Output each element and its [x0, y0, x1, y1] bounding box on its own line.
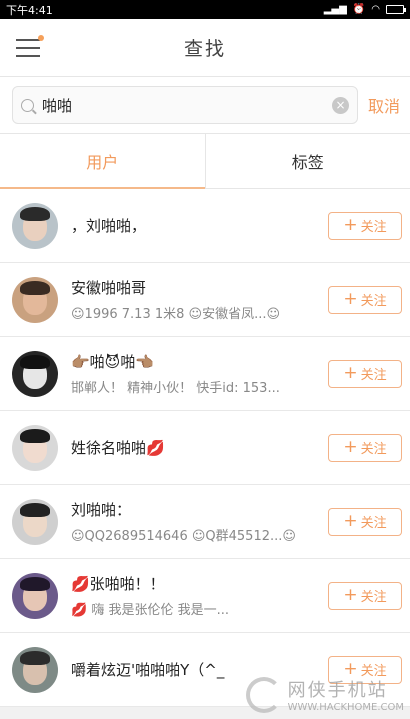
user-row[interactable]: 姓徐名啪啪💋 + 关注: [0, 411, 410, 485]
battery-icon: [386, 5, 406, 14]
avatar-hair: [20, 502, 50, 517]
page-title: 查找: [183, 38, 226, 60]
avatar-hair: [20, 354, 50, 369]
avatar[interactable]: [12, 498, 58, 545]
user-name: 刘啪啪：: [71, 501, 132, 519]
plus-icon: +: [343, 585, 358, 605]
avatar[interactable]: [12, 202, 58, 249]
user-name: 姓徐名啪啪💋: [71, 439, 165, 457]
avatar-hair: [20, 428, 50, 443]
avatar[interactable]: [12, 572, 58, 619]
avatar-hair: [20, 650, 50, 665]
avatar-hair: [20, 280, 50, 295]
follow-label: 关注: [360, 294, 387, 309]
plus-icon: +: [343, 289, 358, 309]
user-name: ，刘啪啪，: [71, 217, 147, 235]
plus-icon: +: [343, 215, 358, 235]
menu-line-icon: [16, 47, 40, 49]
header: 查找: [0, 19, 410, 77]
user-row[interactable]: 刘啪啪： ☺QQ2689514646 ☺Q群45512...☺ + 关注: [0, 485, 410, 559]
user-info: 💋张啪啪！！ 💋 嗨 我是张伦伦 我是一...: [71, 573, 320, 618]
avatar[interactable]: [12, 276, 58, 323]
plus-icon: +: [343, 363, 358, 383]
follow-button[interactable]: + 关注: [328, 581, 402, 610]
plus-icon: +: [343, 511, 358, 531]
user-info: 姓徐名啪啪💋: [71, 437, 320, 458]
follow-label: 关注: [360, 220, 387, 235]
user-row[interactable]: 👉🏽啪😈啪👈🏽 邯郸人！ 精神小伙！ 快手id: 153... + 关注: [0, 337, 410, 411]
search-icon: [21, 98, 34, 112]
search-box[interactable]: ×: [12, 86, 358, 124]
follow-label: 关注: [360, 442, 387, 457]
follow-button[interactable]: + 关注: [328, 507, 402, 536]
avatar-hair: [20, 576, 50, 591]
follow-button[interactable]: + 关注: [328, 211, 402, 240]
user-info: ，刘啪啪，: [71, 215, 320, 236]
avatar[interactable]: [12, 646, 58, 693]
user-name: 安徽啪啪哥: [71, 279, 147, 297]
status-icons: ▂▄▆ ⏰ ◠: [323, 4, 406, 15]
menu-line-icon: [16, 55, 40, 57]
search-input[interactable]: [42, 96, 332, 114]
user-list: ，刘啪啪， + 关注 安徽啪啪哥 ☺1996 7.13 1米8 ☺安徽省凤...☺ + 关注…: [0, 189, 410, 707]
watermark-en: WWW.HACKHOME.COM: [287, 702, 404, 713]
follow-button[interactable]: + 关注: [328, 359, 402, 388]
menu-button[interactable]: [14, 35, 44, 61]
status-time: 下午4:41: [6, 3, 53, 17]
wifi-icon: ◠: [371, 4, 380, 15]
menu-line-icon: [16, 39, 40, 41]
avatar-hair: [20, 206, 50, 221]
user-name: 💋张啪啪！！: [71, 575, 165, 593]
follow-label: 关注: [360, 368, 387, 383]
user-bio: 邯郸人！ 精神小伙！ 快手id: 153...: [71, 381, 280, 396]
signal-icon: ▂▄▆: [323, 4, 347, 15]
avatar[interactable]: [12, 350, 58, 397]
follow-label: 关注: [360, 590, 387, 605]
tabs: 用户 标签: [0, 133, 410, 189]
user-bio: ☺QQ2689514646 ☺Q群45512...☺: [71, 529, 296, 544]
status-bar: 下午4:41 ▂▄▆ ⏰ ◠: [0, 0, 410, 19]
user-row[interactable]: 💋张啪啪！！ 💋 嗨 我是张伦伦 我是一... + 关注: [0, 559, 410, 633]
watermark-text: 网侠手机站 WWW.HACKHOME.COM: [288, 676, 404, 713]
watermark-cn: 网侠手机站: [287, 680, 388, 701]
follow-button[interactable]: + 关注: [328, 433, 402, 462]
tab-users[interactable]: 用户: [0, 134, 205, 189]
plus-icon: +: [343, 437, 358, 457]
tab-tags[interactable]: 标签: [204, 134, 410, 188]
follow-label: 关注: [360, 516, 387, 531]
cancel-button[interactable]: 取消: [368, 93, 400, 117]
user-info: 刘啪啪： ☺QQ2689514646 ☺Q群45512...☺: [71, 499, 320, 544]
follow-button[interactable]: + 关注: [328, 285, 402, 314]
notification-dot-icon: [38, 35, 44, 41]
user-info: 安徽啪啪哥 ☺1996 7.13 1米8 ☺安徽省凤...☺: [71, 277, 320, 322]
watermark-logo-icon: [245, 676, 282, 713]
user-bio: 💋 嗨 我是张伦伦 我是一...: [71, 603, 229, 618]
alarm-icon: ⏰: [352, 4, 366, 15]
user-row[interactable]: 安徽啪啪哥 ☺1996 7.13 1米8 ☺安徽省凤...☺ + 关注: [0, 263, 410, 337]
watermark: 网侠手机站 WWW.HACKHOME.COM: [245, 676, 404, 713]
user-name: 👉🏽啪😈啪👈🏽: [71, 353, 154, 371]
user-info: 👉🏽啪😈啪👈🏽 邯郸人！ 精神小伙！ 快手id: 153...: [71, 351, 320, 396]
search-row: × 取消: [0, 77, 410, 133]
avatar[interactable]: [12, 424, 58, 471]
clear-icon[interactable]: ×: [331, 96, 349, 114]
user-bio: ☺1996 7.13 1米8 ☺安徽省凤...☺: [71, 307, 281, 322]
user-row[interactable]: ，刘啪啪， + 关注: [0, 189, 410, 263]
